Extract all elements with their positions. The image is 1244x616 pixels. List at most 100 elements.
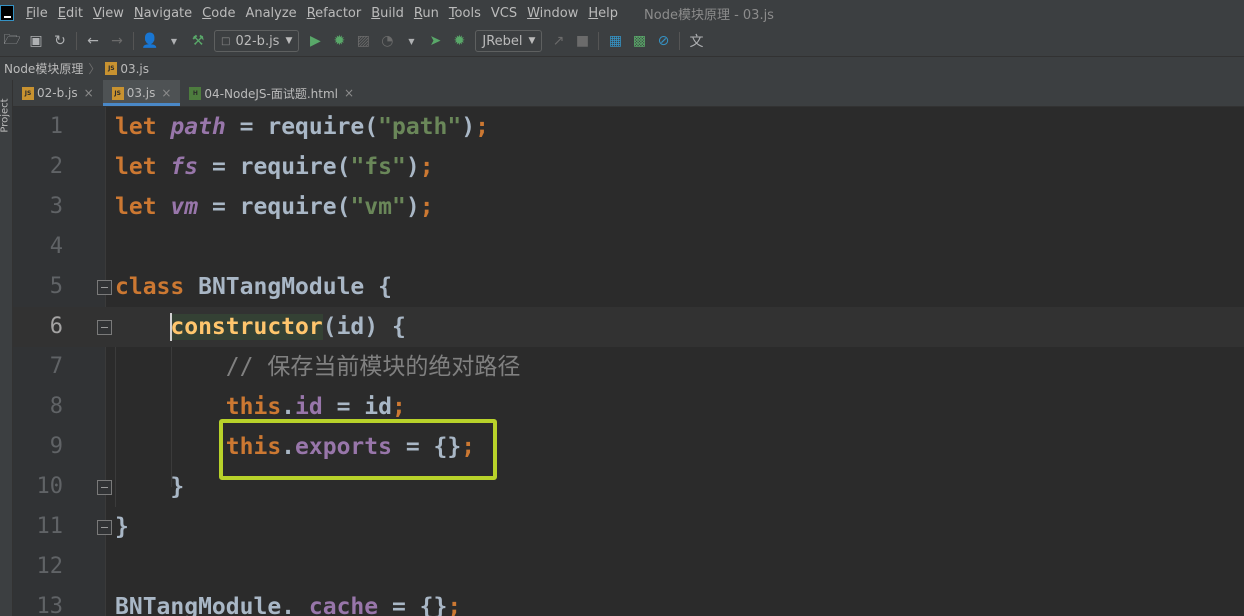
close-icon[interactable]: × — [344, 86, 354, 100]
no-entry-icon[interactable]: ⊘ — [655, 33, 671, 49]
build-hammer-icon[interactable]: ⚒ — [190, 33, 206, 49]
menu-code[interactable]: Code — [202, 6, 235, 21]
close-icon[interactable]: × — [161, 86, 171, 100]
code-line[interactable]: 13 BNTangModule._cache = {}; — [13, 587, 1244, 616]
tab-03-js[interactable]: JS 03.js × — [102, 80, 181, 106]
semicolon: ; — [447, 594, 462, 616]
menu-file[interactable]: File — [26, 6, 48, 21]
menu-refactor[interactable]: Refactor — [307, 6, 362, 21]
keyword: let — [115, 114, 157, 140]
line-number: 12 — [36, 554, 64, 579]
tab-04-nodejs-html[interactable]: H 04-NodeJS-面试题.html × — [180, 80, 363, 106]
back-arrow-icon[interactable]: ← — [85, 33, 101, 49]
translate-icon[interactable]: 文 — [688, 33, 704, 50]
chevron-down-icon[interactable]: ▼ — [403, 33, 419, 49]
line-number: 4 — [49, 234, 63, 259]
code-text: let fs = require("fs"); — [115, 154, 434, 180]
code-line[interactable]: 10 } — [13, 467, 1244, 507]
save-icon[interactable]: ▣ — [28, 33, 44, 49]
fold-marker-icon[interactable] — [97, 280, 112, 295]
coverage-icon[interactable]: ▨ — [355, 33, 371, 49]
chevron-down-icon[interactable]: ▼ — [166, 33, 182, 49]
toolbar-separator — [679, 32, 681, 50]
code-line[interactable]: 5 class BNTangModule { — [13, 267, 1244, 307]
toolbar-separator — [76, 32, 77, 50]
code-line[interactable]: 11 } — [13, 507, 1244, 547]
profile-icon[interactable]: ◔ — [379, 33, 395, 49]
menu-vcs[interactable]: VCS — [491, 6, 517, 21]
tab-02-b-js[interactable]: JS 02-b.js × — [13, 80, 103, 106]
line-number: 6 — [49, 314, 63, 339]
menu-view[interactable]: View — [93, 6, 124, 21]
code-line[interactable]: 8 this.id = id; — [13, 387, 1244, 427]
jrebel-run-icon[interactable]: ➤ — [427, 33, 443, 49]
code-text: constructor(id) { — [115, 307, 406, 347]
line-number: 3 — [49, 194, 63, 219]
code-text: class BNTangModule { — [115, 274, 392, 300]
tab-label: 04-NodeJS-面试题.html — [204, 86, 338, 101]
js-file-icon: JS — [22, 86, 34, 100]
property: _cache — [295, 594, 379, 616]
stop-icon[interactable]: ■ — [574, 33, 590, 49]
chevron-down-icon: ▼ — [285, 36, 293, 46]
fold-marker-icon[interactable] — [97, 480, 112, 495]
debug-bug-icon[interactable]: ✹ — [331, 33, 347, 49]
line-number: 11 — [36, 514, 64, 539]
forward-arrow-icon[interactable]: → — [109, 33, 125, 49]
close-icon[interactable]: × — [84, 86, 94, 100]
breadcrumb-separator: 〉 — [88, 62, 101, 76]
menu-bar: File Edit View Navigate Code Analyze Ref… — [0, 0, 1244, 26]
fold-marker-icon[interactable] — [97, 320, 112, 335]
text-cursor — [170, 313, 172, 341]
menu-help[interactable]: Help — [588, 6, 618, 21]
menu-run[interactable]: Run — [414, 6, 439, 21]
open-folder-icon[interactable]: 🗁 — [3, 32, 20, 49]
run-configuration-select[interactable]: □ 02-b.js ▼ — [214, 30, 300, 52]
code-line[interactable]: 9 this.exports = {}; — [13, 427, 1244, 467]
line-number: 8 — [49, 394, 63, 419]
fold-marker-icon[interactable] — [97, 520, 112, 535]
run-config-label: 02-b.js — [235, 33, 280, 49]
line-number: 1 — [49, 114, 63, 139]
keyword: let — [115, 154, 157, 180]
menu-tools[interactable]: Tools — [449, 6, 481, 21]
code-text: let path = require("path"); — [115, 114, 489, 140]
jrebel-debug-icon[interactable]: ✹ — [451, 33, 467, 49]
code-line[interactable]: 4 — [13, 227, 1244, 267]
attach-icon[interactable]: ↗ — [550, 33, 566, 49]
js-file-icon: JS — [111, 86, 124, 100]
line-number: 9 — [49, 434, 63, 459]
activity-chart-icon[interactable]: ▩ — [631, 33, 647, 49]
structure-icon[interactable]: ▦ — [607, 33, 623, 49]
function-call: require — [239, 194, 337, 220]
code-line[interactable]: 2 let fs = require("fs"); — [13, 147, 1244, 187]
code-line[interactable]: 3 let vm = require("vm"); — [13, 187, 1244, 227]
code-line[interactable]: 1 let path = require("path"); — [13, 107, 1244, 147]
keyword: let — [115, 194, 157, 220]
menu-window[interactable]: Window — [527, 6, 578, 21]
tab-label: 02-b.js — [37, 86, 78, 100]
menu-build[interactable]: Build — [371, 6, 404, 21]
code-line-current[interactable]: 6 constructor(id) { — [13, 307, 1244, 347]
code-editor[interactable]: 1 let path = require("path"); 2 let fs =… — [13, 107, 1244, 616]
breadcrumb-project[interactable]: Node模块原理 — [4, 60, 83, 77]
project-tool-window-strip[interactable]: Project — [0, 80, 13, 616]
project-tool-label[interactable]: Project — [0, 98, 11, 132]
code-line[interactable]: 12 — [13, 547, 1244, 587]
sync-icon[interactable]: ↻ — [52, 33, 68, 49]
html-file-icon: H — [189, 86, 202, 100]
jrebel-select[interactable]: JRebel ▼ — [475, 30, 543, 52]
toolbar-separator — [133, 32, 134, 50]
menu-navigate[interactable]: Navigate — [134, 6, 192, 21]
annotation-highlight-box — [219, 419, 497, 480]
line-number: 13 — [36, 594, 64, 616]
user-icon[interactable]: 👤 — [141, 33, 158, 49]
run-icon[interactable]: ▶ — [307, 33, 323, 49]
code-line[interactable]: 7 // 保存当前模块的绝对路径 — [13, 347, 1244, 387]
breadcrumb-file[interactable]: 03.js — [120, 62, 149, 76]
menu-analyze[interactable]: Analyze — [245, 6, 296, 21]
string-literal: "vm" — [350, 194, 406, 220]
variable: vm — [170, 194, 199, 220]
chevron-down-icon: ▼ — [528, 36, 536, 46]
menu-edit[interactable]: Edit — [58, 6, 83, 21]
